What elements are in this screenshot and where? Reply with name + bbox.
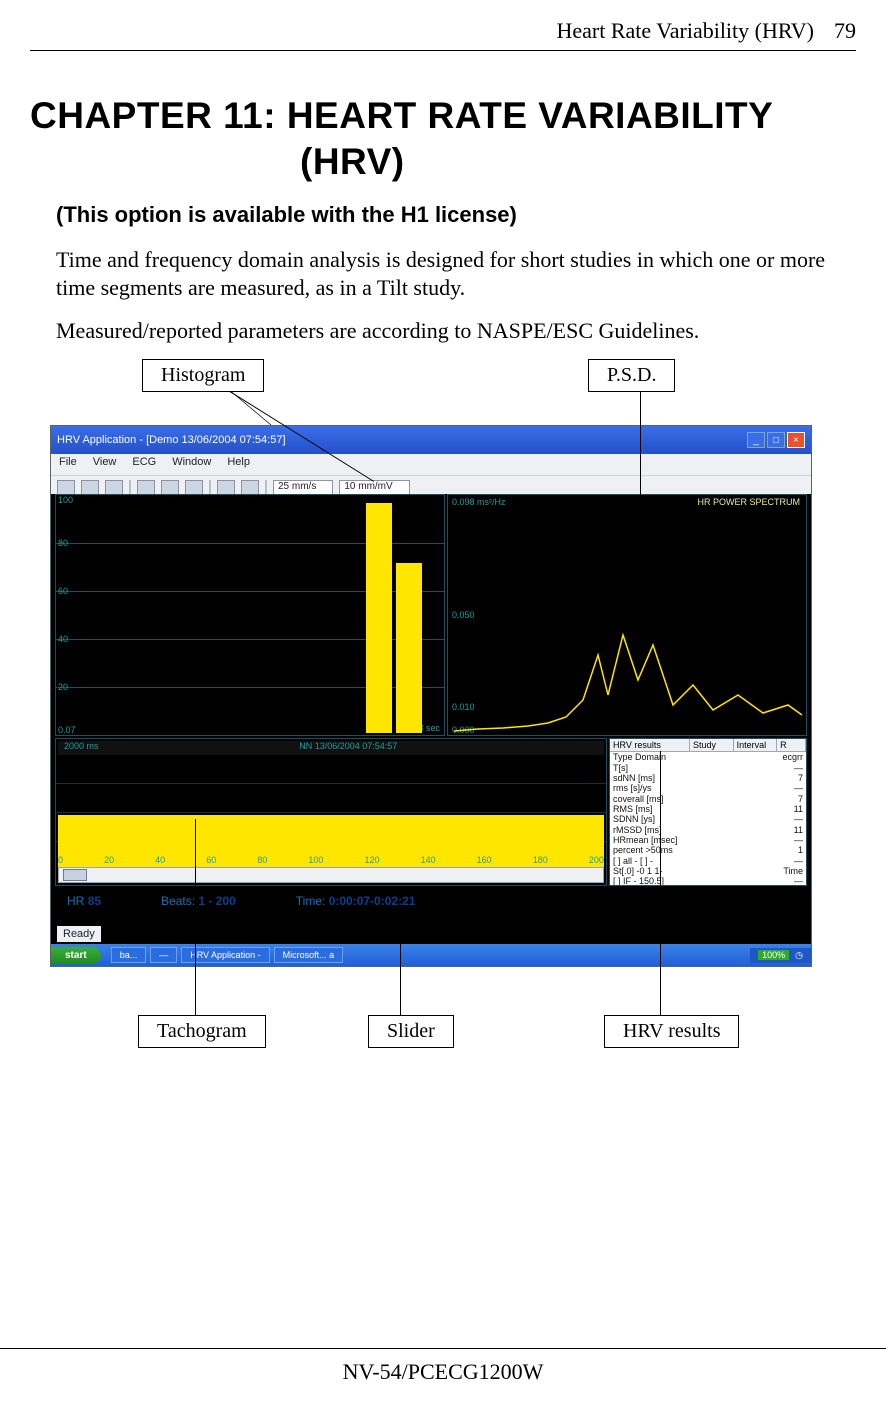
y-tick: 80 [58,538,68,548]
y-tick: 60 [58,586,68,596]
table-row: Type Domainecgrr [613,752,803,762]
menu-item[interactable]: Window [172,456,211,473]
slider-thumb[interactable] [63,869,87,881]
psd-pane[interactable]: 0.098 ms²/Hz HR POWER SPECTRUM 0.050 0.0… [447,494,807,736]
tray-percent: 100% [758,950,789,960]
table-row: rms [s]/ys— [613,783,803,793]
leader-line [660,751,661,1019]
workarea: 100 80 60 40 20 0.07 0.73 sec 0.098 ms²/… [51,494,811,944]
menu-item[interactable]: File [59,456,77,473]
beats-label: Beats: [161,894,195,908]
page-number: 79 [834,18,856,44]
table-header: HRV results [610,739,690,751]
histogram-pane[interactable]: 100 80 60 40 20 0.07 0.73 sec [55,494,445,736]
menu-item[interactable]: View [93,456,117,473]
menu-item[interactable]: ECG [132,456,156,473]
beats-value: 1 - 200 [198,894,235,908]
table-row: sdNN [ms]7 [613,773,803,783]
page-footer: NV-54/PCECG1200W [0,1348,886,1385]
table-row: [ ] all - [ ] -— [613,856,803,866]
y-tick: 20 [58,682,68,692]
slider-track[interactable] [58,867,604,883]
y-tick: 100 [58,495,73,505]
tacho-ymax: 2000 ms [64,741,99,755]
tacho-x-ticks: 0 20 40 60 80 100 120 140 160 180 200 [58,855,604,867]
table-header: R [777,739,806,751]
histogram-bar [396,563,422,733]
taskbar-item[interactable]: — [150,947,177,963]
time-label: Time: [296,894,326,908]
chapter-title-line1: CHAPTER 11: HEART RATE VARIABILITY [30,95,773,136]
info-bar: HR 85 Beats: 1 - 200 Time: 0:00:07-0:02:… [55,888,629,950]
leader-line [195,819,196,1019]
table-body: Type DomainecgrrT[s]—sdNN [ms]7rms [s]/y… [610,752,806,886]
table-row: coverall [ms]7 [613,794,803,804]
paragraph-1: Time and frequency domain analysis is de… [56,246,856,303]
table-row: percent >50ms1 [613,845,803,855]
menu-item[interactable]: Help [227,456,250,473]
taskbar-item[interactable]: Microsoft... a [274,947,344,963]
table-row: T[s]— [613,763,803,773]
table-row: St[.0] -0 1 1-Time [613,866,803,876]
y-tick: 40 [58,634,68,644]
running-header: Heart Rate Variability (HRV) 79 [30,18,856,51]
callout-slider: Slider [368,1015,454,1048]
callout-hrvresults: HRV results [604,1015,739,1048]
table-header-row: HRV results Study Interval R [610,739,806,752]
table-row: SDNN [ys]— [613,814,803,824]
subtitle: (This option is available with the H1 li… [56,202,856,228]
hrv-results-pane[interactable]: HRV results Study Interval R Type Domain… [609,738,807,886]
psd-curve [448,495,806,735]
table-row: RMS [ms]11 [613,804,803,814]
footer-doc-id: NV-54/PCECG1200W [343,1359,544,1384]
running-title: Heart Rate Variability (HRV) [557,18,814,44]
system-tray[interactable]: 100%◷ [750,948,811,963]
tacho-title: NN 13/06/2004 07:54:57 [299,741,397,755]
hr-label: HR [67,894,84,908]
taskbar-item[interactable]: ba... [111,947,147,963]
window-titlebar[interactable]: HRV Application - [Demo 13/06/2004 07:54… [51,426,811,454]
close-button[interactable]: × [787,432,805,448]
chapter-title: CHAPTER 11: HEART RATE VARIABILITY (HRV) [30,93,856,186]
chapter-title-line2: (HRV) [300,141,405,182]
menubar[interactable]: File View ECG Window Help [51,454,811,475]
callout-histogram: Histogram [142,359,264,392]
y-tick: 0.07 [58,725,76,735]
leader-line [400,915,401,1019]
time-value: 0:00:07-0:02:21 [329,894,416,908]
histogram-bar [366,503,392,733]
callout-tachogram: Tachogram [138,1015,266,1048]
tachogram-pane[interactable]: 2000 ms NN 13/06/2004 07:54:57 0 20 40 6… [55,738,607,886]
hr-value: 85 [88,894,101,908]
maximize-button[interactable]: □ [767,432,785,448]
paragraph-2: Measured/reported parameters are accordi… [56,317,856,346]
figure-wrapper: Histogram P.S.D. HRV Application - [Demo… [50,359,836,1079]
leader-line [640,391,641,591]
table-row: HRmean [msec]— [613,835,803,845]
table-row: [ ] IF - 150.5]— [613,876,803,886]
start-button[interactable]: start [51,947,101,964]
table-row: rMSSD [ms]11 [613,825,803,835]
table-header: Study [690,739,734,751]
taskbar[interactable]: start ba... — HRV Application - Microsof… [51,944,811,966]
status-ready: Ready [57,926,101,942]
app-screenshot: HRV Application - [Demo 13/06/2004 07:54… [50,425,812,967]
table-header: Interval [734,739,778,751]
callout-psd: P.S.D. [588,359,675,392]
window-title: HRV Application - [Demo 13/06/2004 07:54… [57,434,286,446]
minimize-button[interactable]: _ [747,432,765,448]
